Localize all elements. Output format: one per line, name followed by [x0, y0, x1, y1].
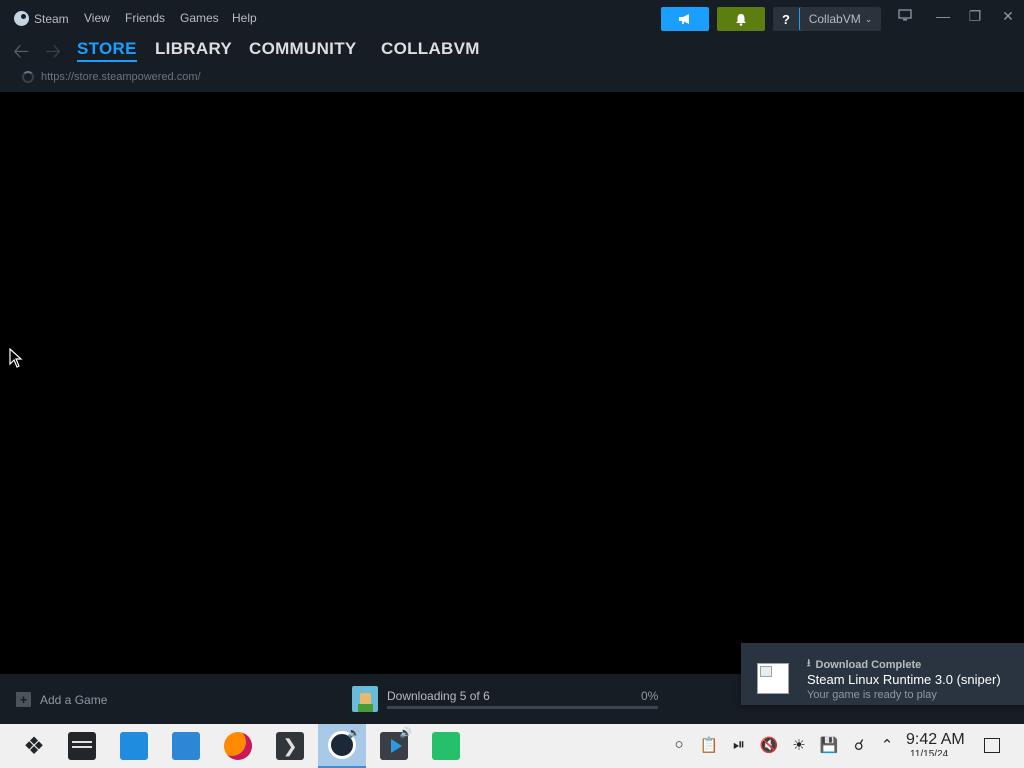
- account-name: CollabVM: [808, 12, 861, 26]
- network-icon[interactable]: ☌: [849, 736, 869, 754]
- clock-date[interactable]: 11/15/24: [910, 749, 970, 756]
- audio-playing-icon: 🔊: [399, 728, 412, 739]
- steam-logo-icon: [14, 11, 29, 26]
- store-content-area[interactable]: [0, 92, 1024, 674]
- help-button[interactable]: ?: [773, 7, 799, 31]
- tab-collabvm[interactable]: COLLABVM: [381, 39, 480, 59]
- menu-view[interactable]: View: [84, 11, 110, 25]
- menu-steam[interactable]: Steam: [14, 11, 69, 26]
- show-desktop-icon[interactable]: [984, 738, 1000, 753]
- tab-community[interactable]: COMMUNITY: [249, 39, 357, 59]
- steam-menu-bar: Steam View Friends Games Help ? CollabVM…: [0, 0, 1024, 36]
- taskbar-discover[interactable]: [110, 724, 158, 768]
- navigation-bar: 🡠 🡢 STORE LIBRARY COMMUNITY COLLABVM: [0, 36, 1024, 68]
- taskbar-steam[interactable]: 🔊: [318, 724, 366, 768]
- steam-window: Steam View Friends Games Help ? CollabVM…: [0, 0, 1024, 768]
- taskbar: ❖ ❯ 🔊 🔊 ○ 📋 ⏯ 🔇 ☀ �: [0, 724, 1024, 768]
- taskbar-konsole[interactable]: ❯: [266, 724, 314, 768]
- taskbar-firefox[interactable]: [214, 724, 262, 768]
- menu-games[interactable]: Games: [180, 11, 219, 25]
- taskbar-kate[interactable]: [422, 724, 470, 768]
- loading-spinner-icon: [22, 71, 34, 83]
- audio-playing-icon: 🔊: [347, 728, 360, 739]
- download-progress-bar[interactable]: [387, 706, 658, 709]
- toast-title: ⭳ Download Complete: [807, 656, 921, 673]
- broken-image-icon: [757, 663, 789, 694]
- download-complete-toast[interactable]: ⭳ Download Complete Steam Linux Runtime …: [741, 643, 1024, 705]
- brightness-icon[interactable]: ☀: [789, 736, 809, 754]
- firefox-icon: [224, 732, 252, 760]
- tab-store[interactable]: STORE: [77, 39, 137, 62]
- tab-library[interactable]: LIBRARY: [155, 39, 232, 59]
- forward-arrow-icon[interactable]: 🡢: [45, 37, 61, 71]
- taskbar-dolphin[interactable]: [162, 724, 210, 768]
- toast-subtitle: Your game is ready to play: [807, 689, 937, 701]
- menu-friends[interactable]: Friends: [125, 11, 165, 25]
- taskbar-kdenlive[interactable]: 🔊: [370, 724, 418, 768]
- menu-help[interactable]: Help: [232, 11, 257, 25]
- notifications-button[interactable]: [717, 7, 765, 31]
- taskbar-system-settings[interactable]: [58, 724, 106, 768]
- bell-icon: [736, 13, 746, 26]
- add-game-button[interactable]: + Add a Game: [16, 692, 107, 707]
- back-arrow-icon[interactable]: 🡠: [13, 37, 29, 71]
- megaphone-icon: [679, 14, 689, 24]
- discover-store-icon: [120, 732, 148, 760]
- tray-loading-icon[interactable]: ○: [669, 736, 689, 753]
- download-game-thumbnail[interactable]: [352, 686, 378, 712]
- download-percent: 0%: [641, 689, 659, 703]
- minimize-icon[interactable]: —: [933, 8, 953, 24]
- mouse-cursor-icon: [9, 348, 23, 368]
- close-icon[interactable]: ✕: [998, 8, 1018, 25]
- big-picture-icon[interactable]: [895, 8, 915, 24]
- save-icon[interactable]: 💾: [819, 736, 839, 754]
- launcher-glyph: ❖: [23, 732, 45, 760]
- restore-icon[interactable]: ❐: [965, 8, 985, 25]
- account-menu-button[interactable]: CollabVM ⌄: [799, 7, 881, 31]
- terminal-icon: ❯: [276, 732, 304, 760]
- menu-steam-label: Steam: [34, 11, 69, 26]
- plus-icon: +: [16, 692, 31, 707]
- app-launcher-icon[interactable]: ❖: [10, 724, 58, 768]
- toast-title-text: Download Complete: [815, 658, 922, 671]
- add-game-label: Add a Game: [40, 692, 108, 707]
- clipboard-icon[interactable]: 📋: [699, 736, 719, 754]
- clock-time[interactable]: 9:42 AM: [906, 731, 965, 749]
- folder-icon: [172, 732, 200, 760]
- chevron-up-icon[interactable]: ⌃: [877, 736, 897, 754]
- download-status[interactable]: Downloading 5 of 6: [387, 689, 490, 703]
- media-pause-icon[interactable]: ⏯: [729, 736, 749, 753]
- download-icon: ⭳: [807, 658, 811, 669]
- url-text[interactable]: https://store.steampowered.com/: [41, 71, 201, 83]
- volume-muted-icon[interactable]: 🔇: [759, 736, 779, 754]
- chevron-down-icon: ⌄: [864, 13, 873, 24]
- kate-editor-icon: [432, 732, 460, 760]
- system-settings-icon: [68, 732, 96, 760]
- url-bar: https://store.steampowered.com/: [0, 68, 1024, 92]
- toast-message: Steam Linux Runtime 3.0 (sniper): [807, 672, 1001, 687]
- announcements-button[interactable]: [661, 7, 709, 31]
